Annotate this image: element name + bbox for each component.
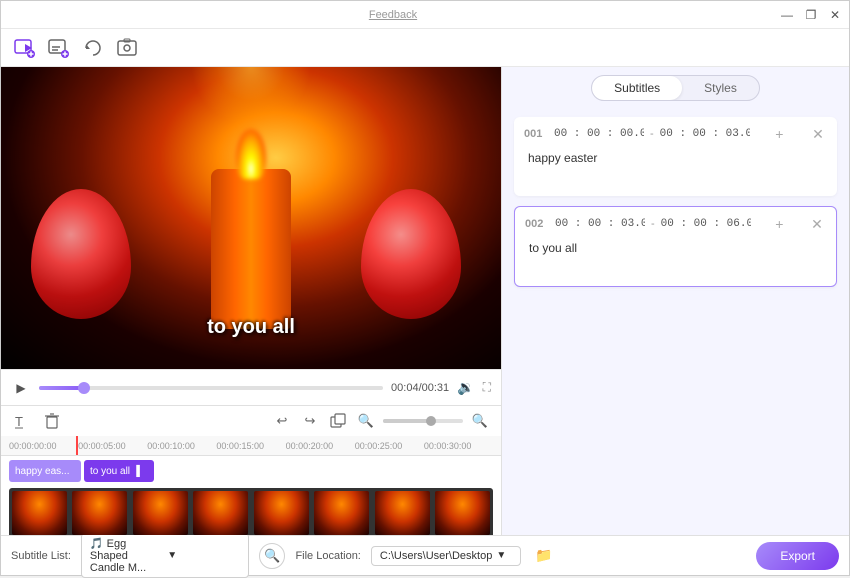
subtitle-end-1[interactable] [660, 128, 750, 140]
copy-button[interactable] [327, 410, 349, 432]
ruler-mark-4: 00:00:20:00 [286, 441, 355, 451]
redo-button[interactable]: ↪ [299, 410, 321, 432]
panel-tabs-wrapper: Subtitles Styles [502, 67, 849, 109]
filmstrip-frame [375, 491, 430, 535]
subtitle-search-button[interactable]: 🔍 [259, 543, 285, 569]
timeline-tools-right: ↩ ↪ 🔍 🔍 [271, 410, 491, 432]
ruler-mark-3: 00:00:15:00 [216, 441, 285, 451]
subtitle-entry-1: 001 - + ✕ happy easter [514, 117, 837, 196]
playhead [76, 436, 78, 455]
subtitles-list: 001 - + ✕ happy easter 002 - [502, 109, 849, 535]
clip-to-you-all[interactable]: to you all ▐ [84, 460, 154, 482]
fullscreen-icon[interactable]: ⛶ [483, 380, 491, 395]
undo-button[interactable]: ↩ [271, 410, 293, 432]
play-button[interactable]: ▶ [11, 378, 31, 398]
ruler-mark-1: 00:00:05:00 [78, 441, 147, 451]
minimize-button[interactable]: — [779, 7, 795, 23]
filmstrip-frame [12, 491, 67, 535]
subtitle-header-2: 002 - + ✕ [525, 215, 826, 233]
right-panel: Subtitles Styles 001 - + ✕ happy e [501, 67, 849, 535]
file-path-text: C:\Users\User\Desktop [380, 550, 492, 562]
subtitle-delete-1[interactable]: ✕ [809, 125, 827, 143]
add-subtitle-button[interactable] [45, 34, 73, 62]
filmstrip-frame [314, 491, 369, 535]
zoom-out-button[interactable]: 🔍 [355, 410, 377, 432]
add-video-button[interactable] [11, 34, 39, 62]
subtitle-delete-2[interactable]: ✕ [808, 215, 826, 233]
tabs-pill: Subtitles Styles [591, 75, 760, 101]
video-area: to you all [1, 67, 501, 369]
subtitle-start-2[interactable] [555, 218, 645, 230]
subtitle-select-arrow: ▼ [167, 550, 240, 561]
filmstrip-frame [133, 491, 188, 535]
export-button[interactable]: Export [756, 542, 839, 570]
subtitle-add-1[interactable]: + [770, 125, 788, 143]
subtitle-add-2[interactable]: + [770, 215, 788, 233]
subtitle-text-2[interactable]: to you all [525, 239, 826, 275]
title-bar: Feedback — ❐ ✕ [1, 1, 849, 29]
tab-styles[interactable]: Styles [682, 76, 759, 100]
subtitle-text-1[interactable]: happy easter [524, 149, 827, 185]
ruler-mark-5: 00:00:25:00 [355, 441, 424, 451]
ruler-mark-6: 00:00:30:00 [424, 441, 493, 451]
bottom-bar: Subtitle List: 🎵 Egg Shaped Candle M... … [1, 535, 849, 575]
ruler-mark-0: 00:00:00:00 [9, 441, 78, 451]
video-subtitle-overlay: to you all [207, 316, 295, 339]
delete-tool-button[interactable] [41, 410, 63, 432]
subtitle-start-1[interactable] [554, 128, 644, 140]
clip-happy-easter[interactable]: happy eas... [9, 460, 81, 482]
rotate-button[interactable] [79, 34, 107, 62]
timeline-area: T ↩ ↪ 🔍 [1, 405, 501, 535]
close-button[interactable]: ✕ [827, 7, 843, 23]
progress-bar[interactable] [39, 386, 383, 390]
left-panel: to you all ▶ 00:04/00:31 🔉 ⛶ [1, 67, 501, 535]
zoom-in-button[interactable]: 🔍 [469, 410, 491, 432]
time-display: 00:04/00:31 [391, 382, 449, 394]
subtitle-index-1: 001 [524, 128, 548, 140]
progress-handle[interactable] [78, 382, 90, 394]
main-toolbar [1, 29, 849, 67]
video-thumbnail: to you all [1, 67, 501, 369]
volume-icon[interactable]: 🔉 [457, 379, 474, 396]
timeline-ruler: 00:00:00:00 00:00:05:00 00:00:10:00 00:0… [1, 436, 501, 456]
subtitle-file-name: 🎵 Egg Shaped Candle M... [90, 537, 163, 574]
folder-button[interactable]: 📁 [531, 543, 557, 569]
filmstrip-frame [193, 491, 248, 535]
ruler-mark-2: 00:00:10:00 [147, 441, 216, 451]
file-location-label: File Location: [295, 550, 360, 562]
zoom-slider[interactable] [383, 419, 463, 423]
subtitle-end-2[interactable] [661, 218, 751, 230]
restore-button[interactable]: ❐ [803, 7, 819, 23]
window-controls: — ❐ ✕ [779, 7, 843, 23]
subtitle-entry-2: 002 - + ✕ to you all [514, 206, 837, 287]
filmstrip-frame [72, 491, 127, 535]
subtitle-track: happy eas... to you all ▐ [9, 460, 493, 484]
feedback-link[interactable]: Feedback [369, 9, 417, 21]
timeline-tools-left: T [11, 410, 63, 432]
playback-controls: ▶ 00:04/00:31 🔉 ⛶ [1, 369, 501, 405]
timeline-tracks: happy eas... to you all ▐ [1, 456, 501, 535]
tab-subtitles[interactable]: Subtitles [592, 76, 682, 100]
filmstrip-frame [254, 491, 309, 535]
subtitle-list-label: Subtitle List: [11, 550, 71, 562]
video-filmstrip [9, 488, 493, 535]
subtitle-index-2: 002 [525, 218, 549, 230]
capture-button[interactable] [113, 34, 141, 62]
ruler-marks: 00:00:00:00 00:00:05:00 00:00:10:00 00:0… [9, 441, 493, 451]
subtitle-file-select[interactable]: 🎵 Egg Shaped Candle M... ▼ [81, 533, 250, 578]
filmstrip-frame [435, 491, 490, 535]
timeline-toolbar: T ↩ ↪ 🔍 [1, 406, 501, 436]
app-window: Feedback — ❐ ✕ [0, 0, 850, 576]
svg-text:T: T [15, 414, 23, 429]
main-content: to you all ▶ 00:04/00:31 🔉 ⛶ [1, 67, 849, 535]
text-tool-button[interactable]: T [11, 410, 33, 432]
subtitle-header-1: 001 - + ✕ [524, 125, 827, 143]
file-path-input[interactable]: C:\Users\User\Desktop ▼ [371, 546, 521, 566]
